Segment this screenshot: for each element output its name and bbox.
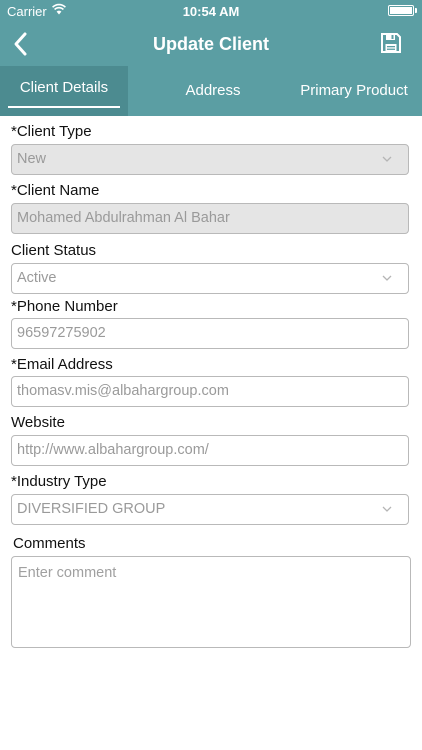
industry-type-select[interactable]: DIVERSIFIED GROUP bbox=[11, 494, 409, 525]
tab-client-details[interactable]: Client Details bbox=[0, 66, 128, 116]
phone-number-label: *Phone Number bbox=[11, 298, 118, 315]
tab-address[interactable]: Address bbox=[148, 66, 278, 116]
client-name-label: *Client Name bbox=[11, 182, 100, 199]
comments-label: Comments bbox=[13, 535, 86, 552]
chevron-down-icon bbox=[382, 506, 392, 512]
page-title: Update Client bbox=[152, 34, 269, 54]
tab-primary-product[interactable]: Primary Product bbox=[290, 66, 418, 116]
industry-type-value: DIVERSIFIED GROUP bbox=[17, 501, 166, 517]
phone-number-field[interactable]: 96597275902 bbox=[11, 318, 409, 349]
website-value: http://www.albahargroup.com/ bbox=[17, 442, 209, 458]
clock: 10:54 AM bbox=[182, 4, 240, 19]
tab-bar: Client Details Address Primary Product bbox=[0, 66, 422, 116]
email-address-value: thomasv.mis@albahargroup.com bbox=[17, 383, 229, 399]
tab-label: Address bbox=[185, 82, 241, 99]
client-type-label: *Client Type bbox=[11, 123, 92, 140]
status-bar: Carrier 10:54 AM bbox=[0, 0, 422, 22]
website-label: Website bbox=[11, 414, 65, 431]
client-status-label: Client Status bbox=[11, 242, 97, 259]
tab-label: Client Details bbox=[19, 79, 109, 96]
client-status-value: Active bbox=[17, 270, 57, 286]
client-name-value: Mohamed Abdulrahman Al Bahar bbox=[17, 210, 230, 226]
comments-placeholder: Enter comment bbox=[18, 565, 117, 581]
phone-number-value: 96597275902 bbox=[17, 325, 106, 341]
website-field[interactable]: http://www.albahargroup.com/ bbox=[11, 435, 409, 466]
client-name-field: Mohamed Abdulrahman Al Bahar bbox=[11, 203, 409, 234]
active-tab-indicator bbox=[8, 106, 120, 108]
tab-label: Primary Product bbox=[300, 82, 408, 99]
chevron-down-icon bbox=[382, 156, 392, 162]
comments-textarea[interactable]: Enter comment bbox=[11, 556, 411, 648]
industry-type-label: *Industry Type bbox=[11, 473, 107, 490]
client-status-select[interactable]: Active bbox=[11, 263, 409, 294]
battery-icon bbox=[388, 5, 417, 16]
chevron-down-icon bbox=[382, 275, 392, 281]
save-icon[interactable] bbox=[380, 32, 402, 54]
email-address-label: *Email Address bbox=[11, 356, 113, 373]
client-type-value: New bbox=[17, 151, 47, 167]
email-address-field[interactable]: thomasv.mis@albahargroup.com bbox=[11, 376, 409, 407]
navigation-bar: Update Client bbox=[0, 22, 422, 66]
client-type-select: New bbox=[11, 144, 409, 175]
